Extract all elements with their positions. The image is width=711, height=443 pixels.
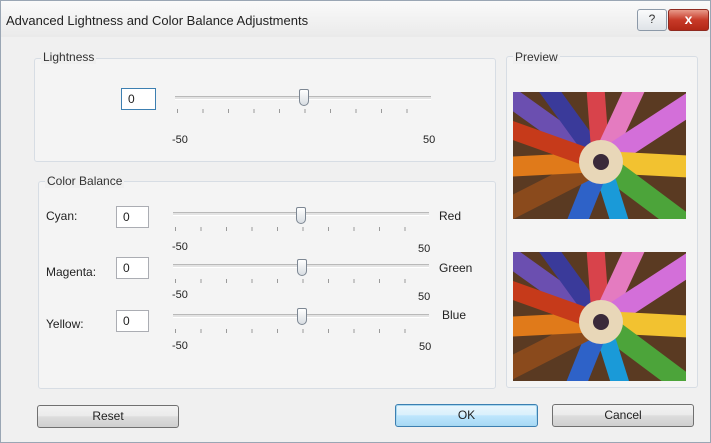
lightness-group-label: Lightness — [41, 50, 97, 64]
lightness-min-label: -50 — [172, 134, 188, 146]
lightness-value-input[interactable]: 0 — [121, 88, 156, 110]
lightness-slider-ticks — [177, 109, 432, 113]
yellow-blue-slider-ticks — [175, 329, 430, 333]
yellow-blue-slider-thumb[interactable] — [297, 308, 307, 325]
dialog-title: Advanced Lightness and Color Balance Adj… — [6, 13, 309, 28]
cyan-red-max-label: 50 — [418, 243, 431, 255]
reset-button[interactable]: Reset — [37, 405, 179, 428]
preview-label: Preview — [513, 50, 560, 64]
blue-label: Blue — [442, 308, 467, 322]
cyan-red-min-label: -50 — [172, 241, 188, 253]
magenta-green-slider-thumb[interactable] — [297, 259, 307, 276]
cancel-button[interactable]: Cancel — [552, 404, 694, 427]
magenta-label: Magenta: — [46, 265, 97, 279]
close-button[interactable]: x — [668, 9, 709, 31]
color-balance-group-label: Color Balance — [45, 174, 125, 188]
yellow-blue-max-label: 50 — [419, 341, 432, 353]
yellow-blue-min-label: -50 — [172, 340, 188, 352]
green-label: Green — [439, 261, 473, 275]
magenta-value-input[interactable]: 0 — [116, 257, 149, 279]
magenta-green-min-label: -50 — [172, 289, 188, 301]
magenta-green-slider-ticks — [175, 279, 430, 283]
magenta-green-max-label: 50 — [418, 291, 431, 303]
cyan-label: Cyan: — [46, 209, 78, 223]
title-bar: Advanced Lightness and Color Balance Adj… — [1, 1, 710, 37]
yellow-value-input[interactable]: 0 — [116, 310, 149, 332]
cyan-red-slider-ticks — [175, 227, 430, 231]
preview-adjusted-image — [513, 252, 686, 381]
yellow-label: Yellow: — [46, 317, 84, 331]
cyan-red-slider-thumb[interactable] — [296, 207, 306, 224]
cyan-value-input[interactable]: 0 — [116, 206, 149, 228]
lightness-slider-thumb[interactable] — [299, 89, 309, 106]
help-button[interactable]: ? — [637, 9, 667, 31]
adjustments-dialog: Advanced Lightness and Color Balance Adj… — [0, 0, 711, 443]
preview-original-image — [513, 92, 686, 219]
ok-button[interactable]: OK — [395, 404, 538, 427]
red-label: Red — [439, 209, 462, 223]
lightness-max-label: 50 — [423, 134, 436, 146]
